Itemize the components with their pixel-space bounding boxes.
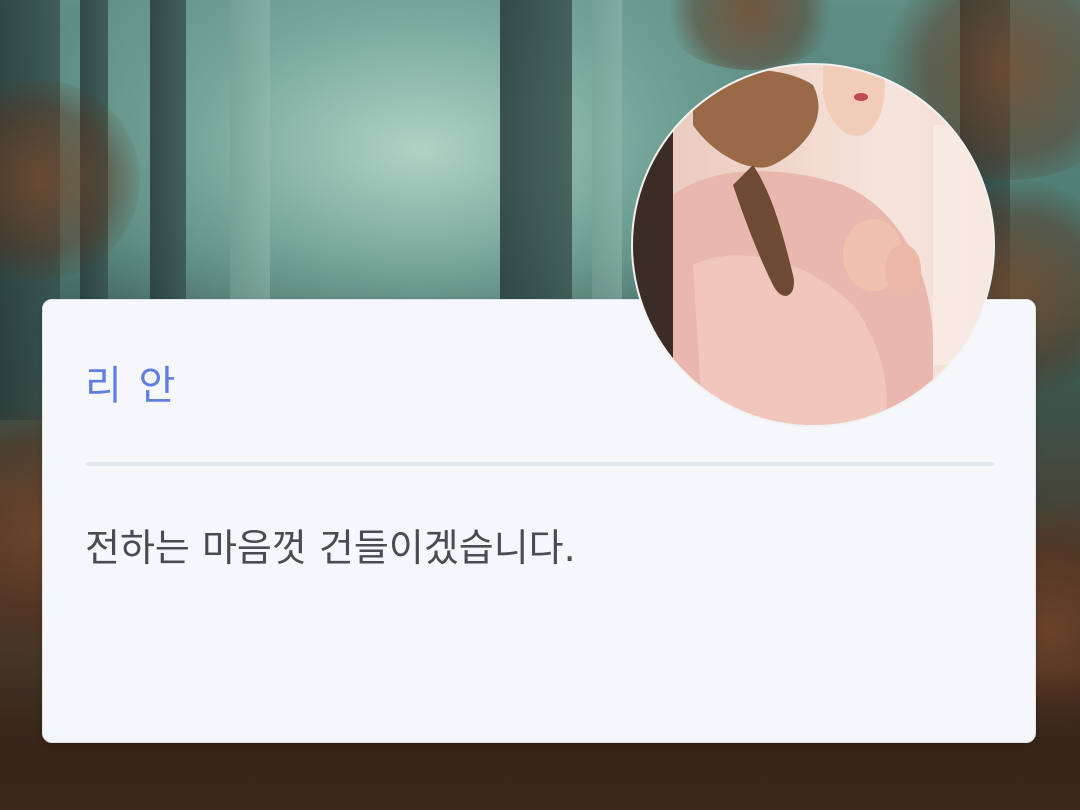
profile-message: 전하는 마음껏 건들이겠습니다.: [85, 526, 576, 570]
avatar-photo-icon: [633, 65, 993, 425]
avatar[interactable]: [631, 63, 995, 427]
tree-trunk: [230, 0, 270, 300]
tree-trunk: [592, 0, 622, 300]
divider: [85, 462, 995, 466]
profile-screen: 리 안 전하는 마음껏 건들이겠습니다.: [0, 0, 1080, 810]
tree-trunk: [150, 0, 186, 320]
profile-name: 리 안: [85, 363, 178, 409]
tree-trunk: [500, 0, 572, 300]
